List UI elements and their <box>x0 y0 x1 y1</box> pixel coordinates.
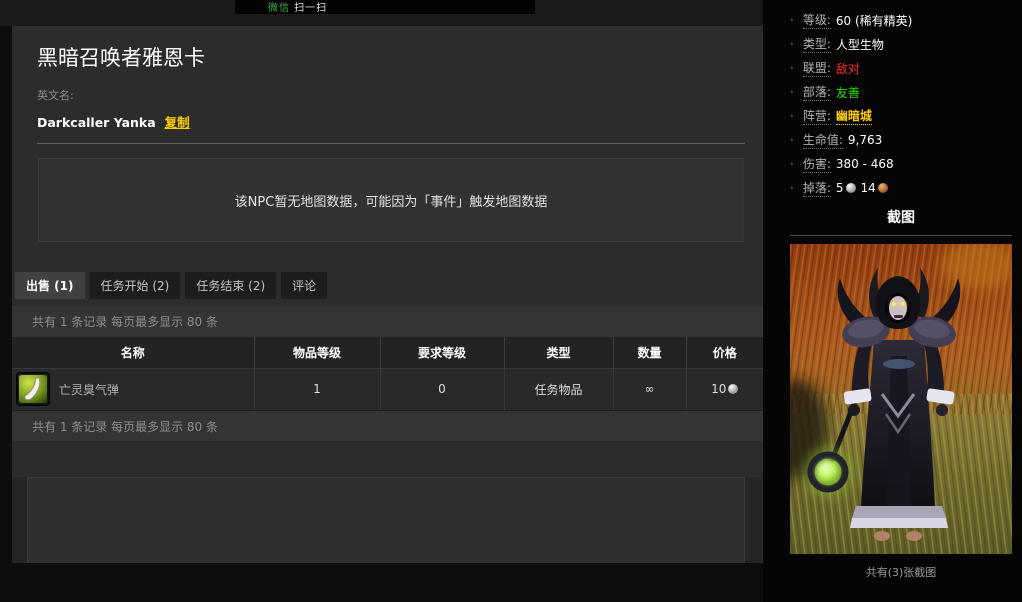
wechat-action-label: 扫一扫 <box>294 3 328 14</box>
english-name: Darkcaller Yanka <box>37 115 156 130</box>
price-cell: 10 <box>685 367 763 410</box>
screenshot-count-caption: 共有(3)张截图 <box>865 566 937 579</box>
stat-label: 等级: <box>802 13 831 29</box>
tab-comments[interactable]: 评论 <box>281 272 328 299</box>
tab-bar: 出售 (1) 任务开始 (2) 任务结束 (2) 评论 <box>15 272 763 299</box>
drop-copper-amount: 14 <box>860 181 876 195</box>
item-icon[interactable] <box>16 372 50 407</box>
bullet-icon: · <box>790 61 794 75</box>
page-title: 黑暗召唤者雅恩卡 <box>37 46 205 70</box>
header-divider <box>37 143 745 144</box>
stat-label: 伤害: <box>802 157 831 173</box>
tusk-icon <box>18 374 48 405</box>
bullet-icon: · <box>790 37 794 51</box>
pagination-top: 共有 1 条记录 每页最多显示 80 条 <box>12 306 763 337</box>
stat-label: 部落: <box>802 85 831 101</box>
price-value: 10 <box>711 382 727 397</box>
col-header-req-level: 要求等级 <box>379 337 504 368</box>
silver-coin-icon <box>728 384 739 395</box>
main-column: 黑暗召唤者雅恩卡 英文名: Darkcaller Yanka 复制 该NPC暂无… <box>0 0 763 602</box>
stat-label: 掉落: <box>802 181 831 197</box>
english-name-label: 英文名: <box>37 89 74 102</box>
stat-label: 联盟: <box>802 61 831 77</box>
bullet-icon: · <box>790 181 794 195</box>
item-type-cell: 任务物品 <box>503 367 613 410</box>
comments-area <box>12 477 763 563</box>
stat-value: 380 - 468 <box>835 157 894 171</box>
map-notice-box: 该NPC暂无地图数据，可能因为「事件」触发地图数据 <box>38 158 744 242</box>
pagination-bottom: 共有 1 条记录 每页最多显示 80 条 <box>12 410 763 441</box>
bullet-icon: · <box>790 13 794 27</box>
map-notice-text: 该NPC暂无地图数据，可能因为「事件」触发地图数据 <box>234 194 548 210</box>
item-name-cell: 亡灵臭气弹 <box>12 372 254 407</box>
drop-silver-amount: 5 <box>835 181 844 195</box>
npc-stats-list: · 等级: 60 (稀有精英) · 类型: 人型生物 · 联盟: 敌对 · 部落… <box>790 0 1012 200</box>
tab-quest-end[interactable]: 任务结束 (2) <box>185 272 277 299</box>
stat-value-hostile: 敌对 <box>835 61 860 76</box>
copper-coin-icon <box>877 183 888 193</box>
item-level-cell: 1 <box>253 367 380 410</box>
bullet-icon: · <box>790 157 794 171</box>
wechat-brand-label: 微信 <box>268 3 290 14</box>
silver-coin-icon <box>845 183 856 193</box>
bullet-icon: · <box>790 109 794 123</box>
bullet-icon: · <box>790 133 794 147</box>
table-header-row: 名称 物品等级 要求等级 类型 数量 价格 <box>12 337 763 368</box>
stat-value: 9,763 <box>847 133 883 147</box>
stat-health: · 生命值: 9,763 <box>790 128 1012 152</box>
stat-value: 60 (稀有精英) <box>835 13 913 28</box>
col-header-name: 名称 <box>12 337 254 368</box>
wechat-popup-text: 微信 扫一扫 <box>268 0 327 14</box>
col-header-price: 价格 <box>685 337 763 368</box>
col-header-quantity: 数量 <box>612 337 686 368</box>
npc-screenshot-image <box>764 238 1020 554</box>
stat-label: 生命值: <box>802 133 843 149</box>
quantity-cell: ∞ <box>612 367 686 410</box>
npc-panel: 黑暗召唤者雅恩卡 英文名: Darkcaller Yanka 复制 该NPC暂无… <box>12 26 763 563</box>
stat-damage: · 伤害: 380 - 468 <box>790 152 1012 176</box>
faction-link[interactable]: 幽暗城 <box>835 107 872 125</box>
stat-faction: · 阵营: 幽暗城 <box>790 104 1012 128</box>
panel-header: 黑暗召唤者雅恩卡 英文名: Darkcaller Yanka 复制 <box>12 26 763 131</box>
wechat-share-popup[interactable]: 微信 扫一扫 <box>235 0 535 14</box>
table-row: 亡灵臭气弹 1 0 任务物品 ∞ 10 <box>12 367 763 410</box>
tab-sell[interactable]: 出售 (1) <box>15 272 85 299</box>
stat-label: 阵营: <box>802 109 831 125</box>
sell-table: 名称 物品等级 要求等级 类型 数量 价格 亡灵臭气弹 1 0 任务物品 ∞ 1… <box>12 337 763 410</box>
item-name-link[interactable]: 亡灵臭气弹 <box>59 381 119 398</box>
col-header-item-level: 物品等级 <box>253 337 380 368</box>
copy-button[interactable]: 复制 <box>165 115 190 130</box>
page: 黑暗召唤者雅恩卡 英文名: Darkcaller Yanka 复制 该NPC暂无… <box>0 0 1022 602</box>
screenshots-heading: 截图 <box>887 210 915 226</box>
english-name-row: Darkcaller Yanka 复制 <box>37 112 745 131</box>
stat-value: 人型生物 <box>835 37 884 52</box>
stat-value-friendly: 友善 <box>835 85 860 100</box>
screenshots-divider <box>790 235 1012 236</box>
req-level-cell: 0 <box>379 367 504 410</box>
bullet-icon: · <box>790 85 794 99</box>
stat-type: · 类型: 人型生物 <box>790 32 1012 56</box>
stat-alliance: · 联盟: 敌对 <box>790 56 1012 80</box>
stat-horde: · 部落: 友善 <box>790 80 1012 104</box>
npc-screenshot[interactable] <box>764 238 1020 554</box>
npc-info-sidebar: · 等级: 60 (稀有精英) · 类型: 人型生物 · 联盟: 敌对 · 部落… <box>763 0 1022 602</box>
stat-label: 类型: <box>802 37 831 53</box>
tab-quest-start[interactable]: 任务开始 (2) <box>89 272 181 299</box>
stat-drops: · 掉落: 5 14 <box>790 176 1012 200</box>
stat-level: · 等级: 60 (稀有精英) <box>790 8 1012 32</box>
comment-input-box[interactable] <box>27 477 745 563</box>
col-header-type: 类型 <box>503 337 613 368</box>
